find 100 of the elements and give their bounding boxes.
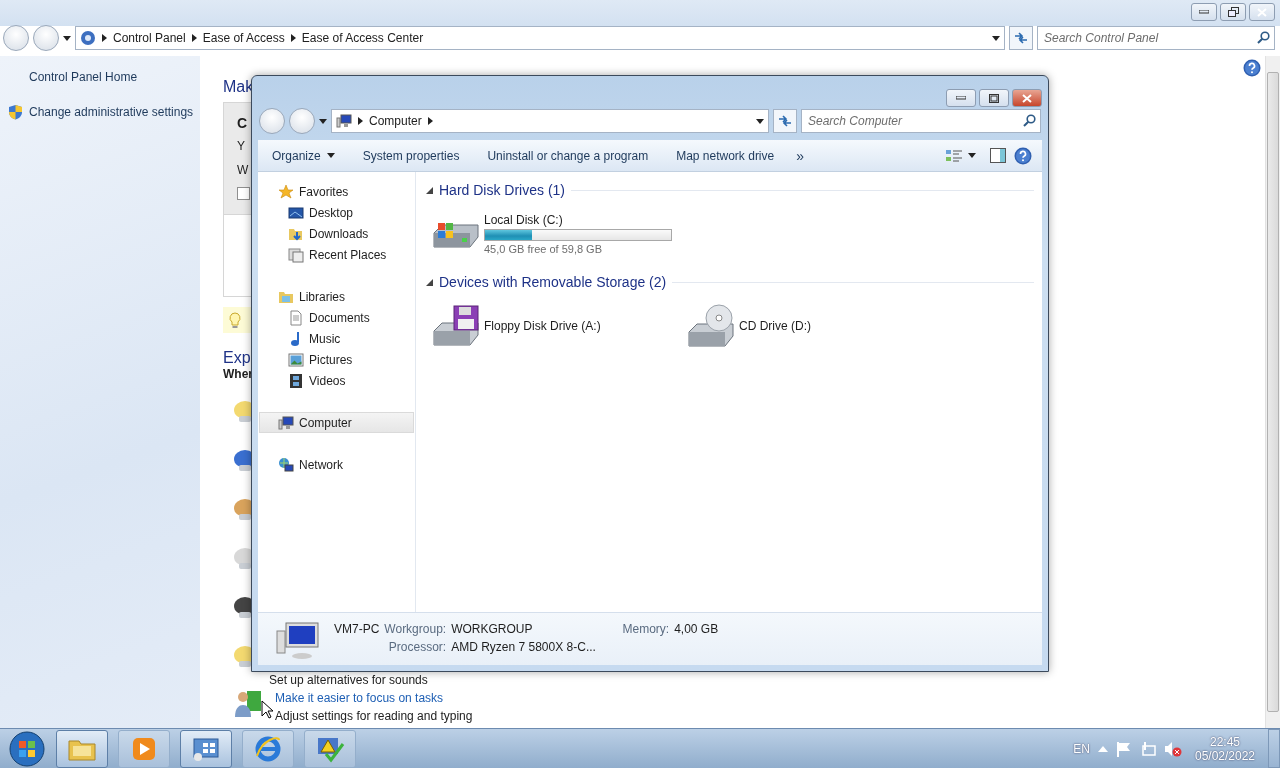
back-button[interactable] — [259, 108, 285, 134]
task-description: Adjust settings for reading and typing — [275, 708, 473, 725]
history-caret-icon — [319, 118, 327, 124]
taskbar-button[interactable] — [56, 729, 108, 768]
flag-icon[interactable] — [1116, 740, 1132, 757]
breadcrumb-arrow-icon — [427, 117, 433, 125]
refresh-button[interactable] — [1009, 26, 1033, 50]
minimize-icon — [1199, 10, 1209, 14]
maximize-button[interactable] — [979, 89, 1009, 107]
detail-label: Memory: — [622, 622, 670, 636]
nav-item[interactable]: Libraries — [259, 286, 414, 307]
pictures-icon — [288, 351, 304, 368]
caret-icon — [968, 153, 976, 158]
search-field[interactable]: Search Computer — [801, 109, 1041, 133]
caret-icon — [326, 153, 335, 158]
document-icon — [288, 309, 304, 326]
sidebar-link[interactable]: Control Panel Home — [8, 70, 200, 84]
taskbar-button[interactable] — [180, 729, 232, 768]
start-button[interactable] — [8, 729, 46, 768]
task-link[interactable]: Make it easier to focus on tasks — [275, 690, 444, 709]
forward-button[interactable] — [33, 25, 59, 51]
close-button[interactable] — [1012, 89, 1042, 107]
breadcrumb-item[interactable]: Computer — [369, 114, 422, 128]
toolbar-button[interactable]: Organize — [258, 141, 349, 170]
nav-item[interactable]: Pictures — [259, 349, 414, 370]
desktop-icon — [288, 204, 304, 221]
detail-value: WORKGROUP — [451, 622, 533, 636]
group-header: Devices with Removable Storage (2) — [439, 274, 667, 290]
collapse-icon[interactable] — [426, 186, 433, 194]
address-bar[interactable]: Computer — [331, 109, 769, 133]
cd-drive-icon — [687, 304, 735, 348]
section-subtitle: Wher — [223, 366, 253, 381]
search-icon[interactable] — [1023, 114, 1036, 127]
control-panel-icon — [80, 30, 96, 46]
computer-icon — [336, 113, 352, 129]
help-icon[interactable] — [1243, 59, 1261, 77]
taskbar-button[interactable] — [242, 729, 294, 768]
panel-text: C — [237, 115, 248, 131]
network-icon[interactable] — [1140, 740, 1156, 757]
taskbar-button[interactable] — [304, 729, 356, 768]
free-space-text: 45,0 GB free of 59,8 GB — [484, 243, 603, 255]
speaker-muted-icon[interactable] — [1164, 740, 1182, 757]
star-icon — [278, 183, 294, 200]
detail-label: Processor: — [387, 640, 447, 654]
recent-places-icon — [288, 246, 304, 263]
preview-pane-icon — [990, 148, 1006, 163]
drive-name[interactable]: Local Disk (C:) — [484, 213, 672, 227]
computer-monitor-icon — [276, 621, 320, 661]
nav-item[interactable]: Recent Places — [259, 244, 414, 265]
toolbar-button[interactable]: Map network drive — [662, 141, 789, 170]
network-icon — [278, 456, 294, 473]
clock-time: 22:45 — [1210, 734, 1240, 749]
nav-item[interactable]: Desktop — [259, 202, 414, 223]
clock-date: 05/02/2022 — [1194, 748, 1256, 763]
tray-expand-icon[interactable] — [1098, 745, 1108, 752]
section-heading: Mak — [223, 78, 254, 96]
close-icon — [1257, 7, 1267, 17]
dropdown-caret-icon — [992, 35, 1000, 41]
task-description: Set up alternatives for sounds — [269, 672, 428, 689]
toolbar-button[interactable]: » — [788, 141, 812, 170]
computer-icon — [278, 414, 294, 431]
nav-item[interactable]: Videos — [259, 370, 414, 391]
collapse-icon[interactable] — [426, 278, 433, 286]
scrollbar[interactable] — [1265, 56, 1280, 728]
light-bulb-icon — [229, 311, 241, 329]
show-desktop-button[interactable] — [1268, 729, 1280, 768]
search-field[interactable]: Search Control Panel — [1037, 26, 1275, 50]
nav-item[interactable]: Favorites — [259, 181, 414, 202]
breadcrumb-arrow-icon — [290, 34, 296, 42]
forward-button[interactable] — [289, 108, 315, 134]
nav-item[interactable]: Documents — [259, 307, 414, 328]
drive-name[interactable]: CD Drive (D:) — [739, 319, 811, 333]
sidebar-link[interactable]: Change administrative settings — [8, 104, 200, 120]
taskbar-button[interactable] — [118, 729, 170, 768]
address-bar[interactable]: Control Panel Ease of Access Ease of Access Center — [75, 26, 1005, 50]
breadcrumb-arrow-icon — [358, 117, 363, 125]
search-icon[interactable] — [1257, 31, 1270, 44]
back-button[interactable] — [3, 25, 29, 51]
detail-value: AMD Ryzen 7 5800X 8-C... — [451, 640, 597, 654]
nav-item[interactable]: Computer — [259, 412, 414, 433]
refresh-button[interactable] — [773, 109, 797, 133]
checkbox[interactable] — [237, 187, 250, 200]
toolbar-button[interactable]: System properties — [348, 141, 474, 170]
breadcrumb-item[interactable]: Ease of Access — [202, 31, 285, 45]
panel-text: W — [237, 163, 249, 179]
help-icon[interactable] — [1014, 146, 1032, 165]
floppy-drive-icon — [432, 305, 480, 347]
breadcrumb-item[interactable]: Control Panel — [113, 31, 186, 45]
restore-button[interactable] — [1220, 3, 1246, 21]
film-icon — [288, 372, 304, 389]
nav-item[interactable]: Downloads — [259, 223, 414, 244]
breadcrumb-item[interactable]: Ease of Access Center — [301, 31, 424, 45]
refresh-icon — [778, 114, 792, 128]
drive-name[interactable]: Floppy Disk Drive (A:) — [484, 319, 601, 333]
nav-item[interactable]: Network — [259, 454, 414, 475]
nav-item[interactable]: Music — [259, 328, 414, 349]
restore-icon — [1227, 7, 1239, 17]
detail-value: 4,00 GB — [674, 622, 719, 636]
shield-icon — [8, 104, 23, 120]
toolbar-button[interactable]: Uninstall or change a program — [473, 141, 663, 170]
